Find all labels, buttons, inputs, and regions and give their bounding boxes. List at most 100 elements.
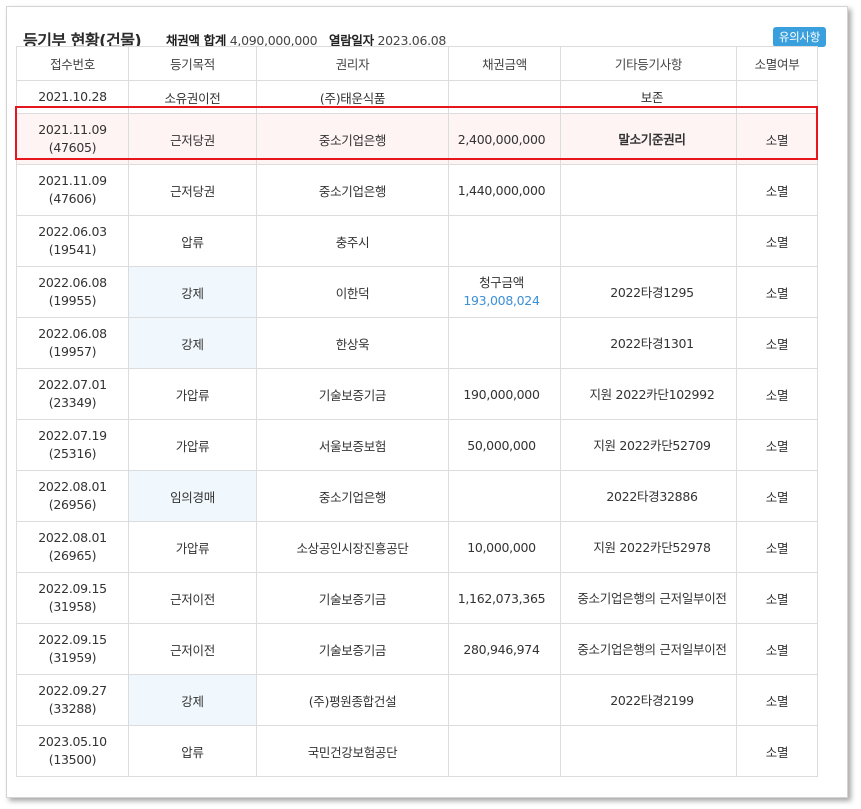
notice-button[interactable]: 유의사항	[772, 27, 826, 47]
holder-cell: 국민건강보험공단	[256, 725, 449, 777]
receipt-number: (19541)	[48, 242, 97, 257]
receipt-number: (31959)	[48, 650, 97, 665]
receipt-date: 2022.08.01	[38, 530, 107, 545]
holder-cell: (주)태운식품	[256, 80, 449, 114]
etc-cell	[560, 725, 737, 777]
receipt-number: (25316)	[48, 446, 97, 461]
status-cell: 소멸	[736, 623, 818, 675]
etc-cell: 지원 2022카단52978	[560, 521, 737, 573]
etc-cell: 지원 2022카단102992	[560, 368, 737, 420]
purpose-cell: 임의경매	[128, 470, 257, 522]
status-cell: 소멸	[736, 368, 818, 420]
receipt-number: (23349)	[48, 395, 97, 410]
table-row: 2022.07.19 (25316) 가압류 서울보증보험 50,000,000 …	[16, 419, 818, 471]
receipt-number: (47605)	[48, 140, 97, 155]
amount-cell: 1,162,073,365	[448, 572, 561, 624]
status-cell	[736, 80, 818, 114]
col-header-holder: 권리자	[256, 46, 449, 81]
purpose-cell: 압류	[128, 725, 257, 777]
amount-cell: 280,946,974	[448, 623, 561, 675]
receipt-cell: 2022.07.19 (25316)	[16, 419, 129, 471]
table-row: 2022.06.08 (19955) 강제 이한덕 청구금액 193,008,024…	[16, 266, 818, 318]
table-row: 2022.06.03 (19541) 압류 충주시 소멸	[16, 215, 818, 267]
table-row: 2021.10.28 소유권이전 (주)태운식품 보존	[16, 80, 818, 114]
receipt-cell: 2022.06.03 (19541)	[16, 215, 129, 267]
receipt-date: 2022.06.08	[38, 326, 107, 341]
receipt-number: (19957)	[48, 344, 97, 359]
claim-value: 193,008,024	[463, 293, 540, 308]
purpose-cell: 가압류	[128, 521, 257, 573]
receipt-cell: 2022.06.08 (19955)	[16, 266, 129, 318]
receipt-cell: 2021.11.09 (47606)	[16, 164, 129, 216]
status-cell: 소멸	[736, 725, 818, 777]
receipt-number: (26956)	[48, 497, 97, 512]
table-row: 2022.09.27 (33288) 강제 (주)평원종합건설 2022타경219…	[16, 674, 818, 726]
etc-cell	[560, 215, 737, 267]
table-row: 2022.09.15 (31959) 근저이전 기술보증기금 280,946,97…	[16, 623, 818, 675]
holder-cell: 기술보증기금	[256, 572, 449, 624]
receipt-cell: 2023.05.10 (13500)	[16, 725, 129, 777]
table-row: 2023.05.10 (13500) 압류 국민건강보험공단 소멸	[16, 725, 818, 777]
etc-cell: 2022타경1301	[560, 317, 737, 369]
etc-cell: 중소기업은행의 근저일부이전	[560, 623, 737, 675]
amount-cell: 50,000,000	[448, 419, 561, 471]
receipt-cell: 2022.07.01 (23349)	[16, 368, 129, 420]
status-cell: 소멸	[736, 317, 818, 369]
receipt-date: 2022.09.27	[38, 683, 107, 698]
status-cell: 소멸	[736, 572, 818, 624]
status-cell: 소멸	[736, 164, 818, 216]
amount-cell: 1,440,000,000	[448, 164, 561, 216]
table-row-base-right: 2021.11.09 (47605) 근저당권 중소기업은행 2,400,000,…	[16, 113, 818, 165]
status-cell: 소멸	[736, 266, 818, 318]
receipt-date: 2022.09.15	[38, 581, 107, 596]
etc-cell	[560, 164, 737, 216]
holder-cell: 이한덕	[256, 266, 449, 318]
etc-cell: 말소기준권리	[560, 113, 737, 165]
receipt-number: (26965)	[48, 548, 97, 563]
receipt-cell: 2022.06.08 (19957)	[16, 317, 129, 369]
receipt-date: 2021.10.28	[38, 89, 107, 104]
status-cell: 소멸	[736, 521, 818, 573]
receipt-number: (13500)	[48, 752, 97, 767]
col-header-amount: 채권금액	[448, 46, 561, 81]
etc-cell: 2022타경2199	[560, 674, 737, 726]
table-row: 2022.06.08 (19957) 강제 한상욱 2022타경1301 소멸	[16, 317, 818, 369]
registry-table: 접수번호 등기목적 권리자 채권금액 기타등기사항 소멸여부 2021.10.2…	[16, 46, 818, 777]
receipt-cell: 2021.10.28	[16, 80, 129, 114]
purpose-cell: 강제	[128, 674, 257, 726]
receipt-date: 2022.07.19	[38, 428, 107, 443]
etc-cell: 보존	[560, 80, 737, 114]
holder-cell: 기술보증기금	[256, 368, 449, 420]
holder-cell: 중소기업은행	[256, 164, 449, 216]
receipt-date: 2022.09.15	[38, 632, 107, 647]
purpose-cell: 근저이전	[128, 623, 257, 675]
receipt-cell: 2021.11.09 (47605)	[16, 113, 129, 165]
table-header-row: 접수번호 등기목적 권리자 채권금액 기타등기사항 소멸여부	[16, 46, 818, 81]
holder-cell: 소상공인시장진흥공단	[256, 521, 449, 573]
holder-cell: 한상욱	[256, 317, 449, 369]
amount-cell	[448, 725, 561, 777]
purpose-cell: 근저이전	[128, 572, 257, 624]
amount-cell	[448, 317, 561, 369]
receipt-cell: 2022.09.15 (31959)	[16, 623, 129, 675]
col-header-receipt: 접수번호	[16, 46, 129, 81]
amount-cell: 청구금액 193,008,024	[448, 266, 561, 318]
receipt-date: 2021.11.09	[38, 122, 107, 137]
receipt-cell: 2022.09.15 (31958)	[16, 572, 129, 624]
receipt-date: 2022.06.03	[38, 224, 107, 239]
table-row: 2022.08.01 (26965) 가압류 소상공인시장진흥공단 10,000,…	[16, 521, 818, 573]
purpose-cell: 근저당권	[128, 113, 257, 165]
receipt-date: 2023.05.10	[38, 734, 107, 749]
purpose-cell: 소유권이전	[128, 80, 257, 114]
col-header-purpose: 등기목적	[128, 46, 257, 81]
receipt-cell: 2022.08.01 (26965)	[16, 521, 129, 573]
purpose-cell: 강제	[128, 317, 257, 369]
receipt-date: 2022.06.08	[38, 275, 107, 290]
amount-cell: 10,000,000	[448, 521, 561, 573]
holder-cell: 서울보증보험	[256, 419, 449, 471]
purpose-cell: 강제	[128, 266, 257, 318]
etc-cell: 2022타경1295	[560, 266, 737, 318]
receipt-number: (47606)	[48, 191, 97, 206]
receipt-cell: 2022.08.01 (26956)	[16, 470, 129, 522]
status-cell: 소멸	[736, 215, 818, 267]
